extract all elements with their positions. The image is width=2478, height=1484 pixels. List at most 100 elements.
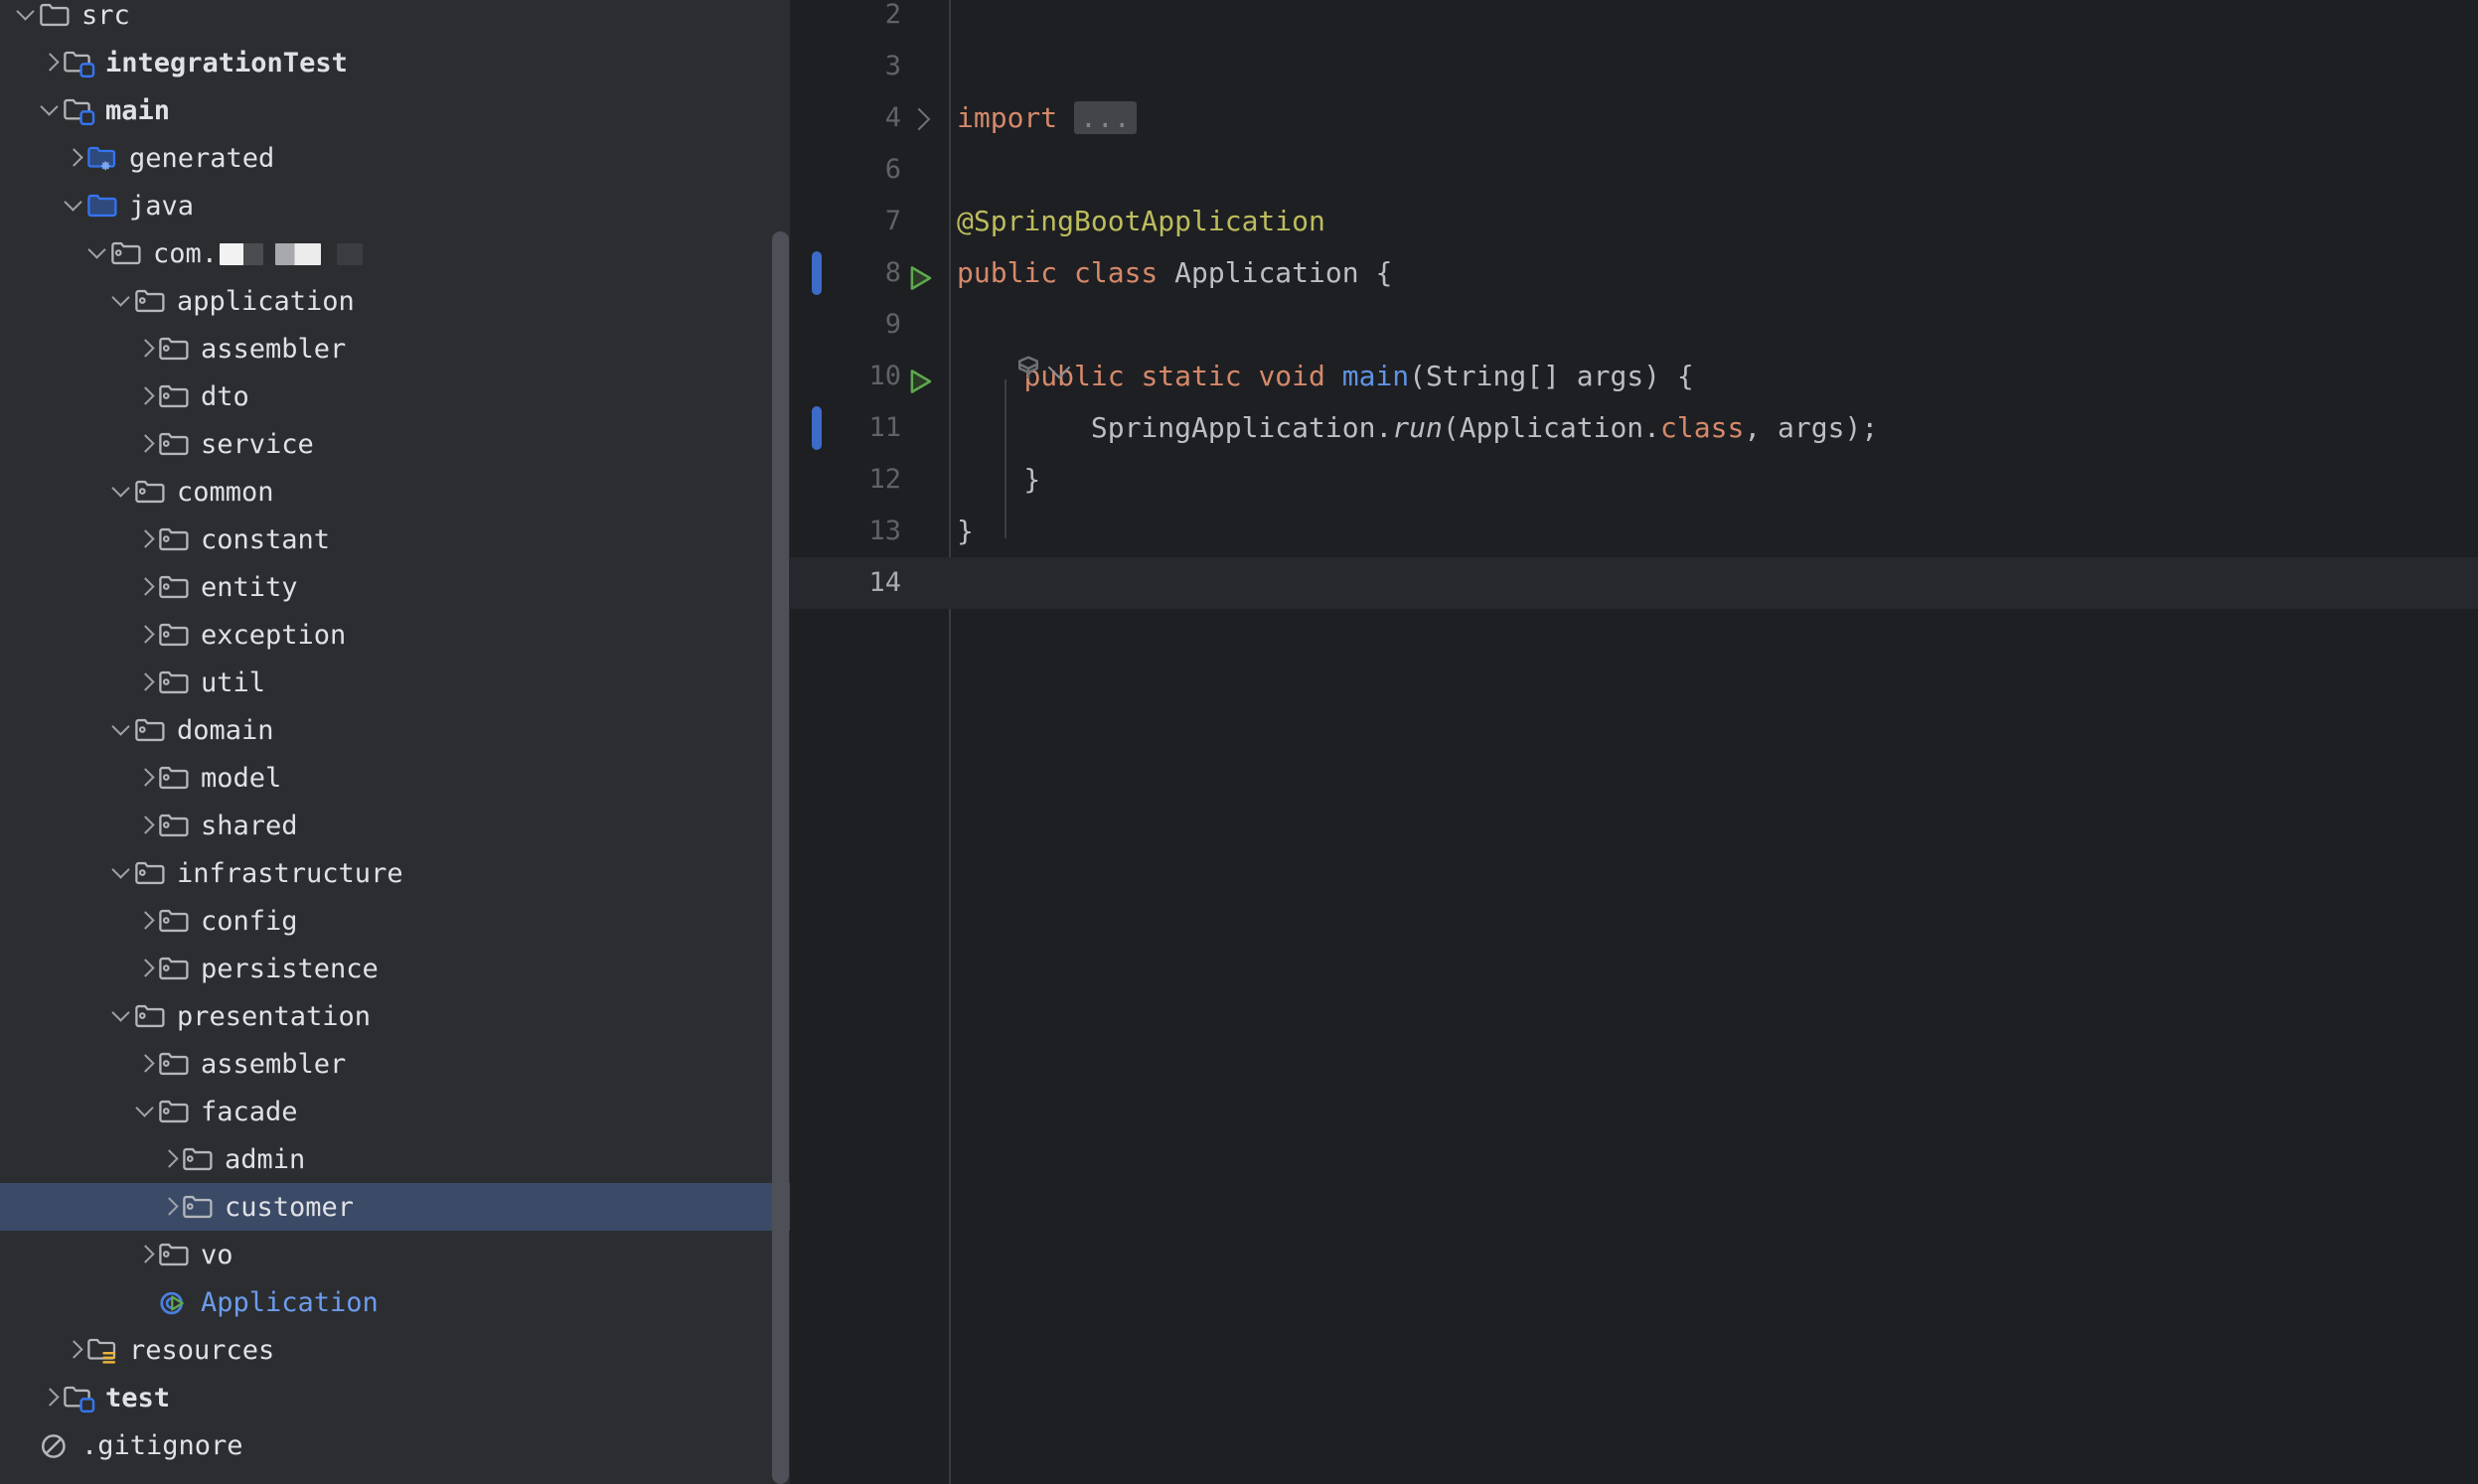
package-icon <box>159 429 193 459</box>
tree-item-domain[interactable]: domain <box>0 706 790 754</box>
code-text: public class Application { <box>957 256 1393 289</box>
spring-boot-gutter-hint[interactable] <box>1013 354 1071 387</box>
chevron-right-icon[interactable] <box>133 622 159 648</box>
chevron-right-icon[interactable] <box>133 336 159 362</box>
tree-item-admin[interactable]: admin <box>0 1135 790 1183</box>
tree-item-label: test <box>105 1382 171 1413</box>
fold-chevron-right-icon[interactable] <box>907 107 931 131</box>
package-icon <box>159 763 193 793</box>
tree-item-application[interactable]: Application <box>0 1278 790 1326</box>
code-editor[interactable]: 2 3 4 import ... 6 7 @SpringBootApplication 8 pu… <box>790 0 2478 1484</box>
tree-item-shared[interactable]: shared <box>0 802 790 849</box>
chevron-down-icon[interactable] <box>85 240 111 266</box>
change-marker[interactable] <box>812 406 822 450</box>
chevron-right-icon[interactable] <box>133 956 159 981</box>
chevron-right-icon[interactable] <box>62 1337 87 1363</box>
tree-item-dto[interactable]: dto <box>0 372 790 420</box>
code-text: } <box>957 463 1041 496</box>
chevron-right-icon[interactable] <box>133 1242 159 1267</box>
chevron-right-icon[interactable] <box>133 813 159 838</box>
tree-item-infrastructure[interactable]: infrastructure <box>0 849 790 897</box>
tree-item-integrationtest[interactable]: integrationTest <box>0 39 790 86</box>
chevron-right-icon[interactable] <box>133 383 159 409</box>
chevron-down-icon[interactable] <box>109 479 135 505</box>
tree-item-gitignore[interactable]: .gitignore <box>0 1421 790 1469</box>
tree-item-java[interactable]: java <box>0 182 790 229</box>
change-marker[interactable] <box>812 251 822 295</box>
tree-item-test[interactable]: test <box>0 1374 790 1421</box>
chevron-down-icon[interactable] <box>109 860 135 886</box>
line-number: 3 <box>884 51 901 81</box>
chevron-right-icon[interactable] <box>133 526 159 552</box>
tree-item-service[interactable]: service <box>0 420 790 468</box>
tree-item-application[interactable]: application <box>0 277 790 325</box>
chevron-right-icon[interactable] <box>157 1146 183 1172</box>
chevron-down-icon[interactable] <box>109 717 135 743</box>
chevron-right-icon[interactable] <box>133 574 159 600</box>
code-line-11[interactable]: 11 SpringApplication.run(Application.cla… <box>790 402 2478 454</box>
code-line-8[interactable]: 8 public class Application { <box>790 247 2478 299</box>
code-text: @SpringBootApplication <box>957 205 1325 237</box>
project-tool-window[interactable]: src integrationTest main generated java com. a… <box>0 0 790 1484</box>
ide-window: src integrationTest main generated java com. a… <box>0 0 2478 1484</box>
tree-item-facade[interactable]: facade <box>0 1088 790 1135</box>
chevron-down-icon[interactable] <box>1047 356 1071 379</box>
tree-item-assembler[interactable]: assembler <box>0 1040 790 1088</box>
code-line-14[interactable]: 14 <box>790 557 2478 609</box>
tree-item-assembler[interactable]: assembler <box>0 325 790 372</box>
tree-item-label: application <box>177 285 355 317</box>
line-number: 11 <box>868 412 901 443</box>
tree-item-label: resources <box>129 1334 275 1366</box>
chevron-right-icon[interactable] <box>133 765 159 791</box>
chevron-right-icon[interactable] <box>157 1194 183 1220</box>
chevron-down-icon[interactable] <box>62 193 87 219</box>
no-toggle-spacer <box>14 1432 40 1458</box>
tree-item-constant[interactable]: constant <box>0 516 790 563</box>
tree-item-entity[interactable]: entity <box>0 563 790 611</box>
tree-item-label: integrationTest <box>105 47 348 78</box>
tree-item-exception[interactable]: exception <box>0 611 790 659</box>
code-line-2[interactable]: 2 <box>790 0 2478 41</box>
tree-item-resources[interactable]: resources <box>0 1326 790 1374</box>
tree-item-presentation[interactable]: presentation <box>0 992 790 1040</box>
tree-item-generated[interactable]: generated <box>0 134 790 182</box>
tree-item-config[interactable]: config <box>0 897 790 945</box>
package-icon <box>135 715 169 745</box>
no-toggle-spacer <box>133 1289 159 1315</box>
chevron-right-icon[interactable] <box>62 145 87 171</box>
chevron-down-icon[interactable] <box>38 97 64 123</box>
line-number: 7 <box>884 206 901 236</box>
chevron-right-icon[interactable] <box>133 908 159 934</box>
chevron-down-icon[interactable] <box>14 2 40 28</box>
tree-item-label: persistence <box>201 953 379 984</box>
tree-item-util[interactable]: util <box>0 659 790 706</box>
package-icon <box>159 811 193 840</box>
code-line-9[interactable]: 9 <box>790 299 2478 351</box>
chevron-right-icon[interactable] <box>133 1051 159 1077</box>
tree-item-persistence[interactable]: persistence <box>0 945 790 992</box>
chevron-down-icon[interactable] <box>133 1099 159 1124</box>
chevron-down-icon[interactable] <box>109 1003 135 1029</box>
code-line-13[interactable]: 13} <box>790 506 2478 557</box>
code-line-6[interactable]: 6 <box>790 144 2478 196</box>
tree-item-common[interactable]: common <box>0 468 790 516</box>
chevron-down-icon[interactable] <box>109 288 135 314</box>
tree-item-main[interactable]: main <box>0 86 790 134</box>
tree-item-customer[interactable]: customer <box>0 1183 790 1231</box>
tree-item-com[interactable]: com. <box>0 229 790 277</box>
chevron-right-icon[interactable] <box>38 1385 64 1410</box>
tree-scrollbar[interactable] <box>772 231 789 1484</box>
chevron-right-icon[interactable] <box>38 50 64 75</box>
code-line-4[interactable]: 4 import ... <box>790 92 2478 144</box>
tree-item-src[interactable]: src <box>0 0 790 39</box>
code-line-3[interactable]: 3 <box>790 41 2478 92</box>
chevron-right-icon[interactable] <box>133 669 159 695</box>
tree-item-label: java <box>129 190 195 222</box>
tree-item-vo[interactable]: vo <box>0 1231 790 1278</box>
package-icon <box>159 954 193 983</box>
tree-item-model[interactable]: model <box>0 754 790 802</box>
chevron-right-icon[interactable] <box>133 431 159 457</box>
tree-item-label: common <box>177 476 274 508</box>
code-line-7[interactable]: 7 @SpringBootApplication <box>790 196 2478 247</box>
code-line-12[interactable]: 12 } <box>790 454 2478 506</box>
